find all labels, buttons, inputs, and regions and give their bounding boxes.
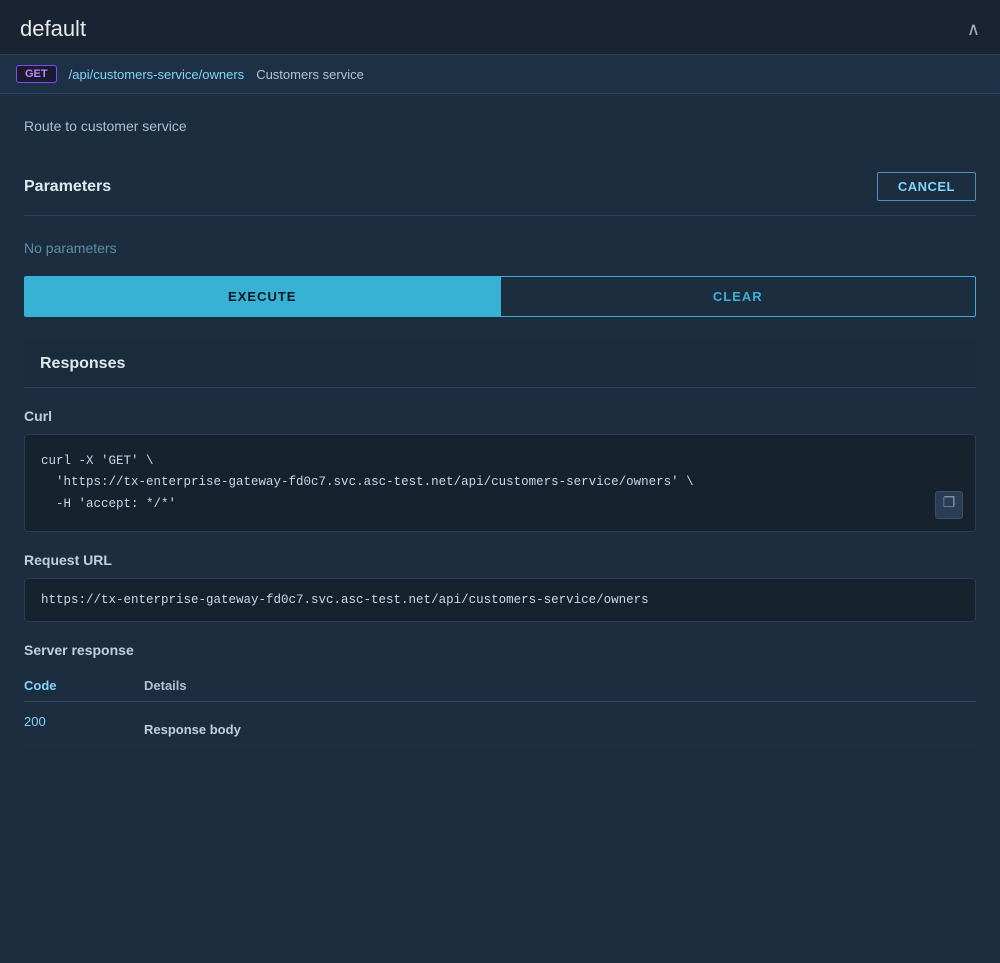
details-column-header: Details bbox=[144, 670, 976, 702]
responses-title: Responses bbox=[40, 355, 125, 372]
api-endpoint-bar: GET /api/customers-service/owners Custom… bbox=[0, 55, 1000, 94]
code-column-header: Code bbox=[24, 670, 144, 702]
response-code: 200 bbox=[24, 701, 144, 745]
endpoint-description: Customers service bbox=[256, 67, 364, 82]
copy-icon[interactable]: ❐ bbox=[935, 491, 963, 519]
response-body-label: Response body bbox=[144, 714, 964, 737]
server-response-section: Server response Code Details 200 Respons… bbox=[24, 642, 976, 746]
endpoint-path: /api/customers-service/owners bbox=[69, 67, 245, 82]
request-url-label: Request URL bbox=[24, 552, 976, 568]
table-row: 200 Response body bbox=[24, 701, 976, 745]
page-header: default ∧ bbox=[0, 0, 1000, 55]
response-details: Response body bbox=[144, 701, 976, 745]
cancel-button[interactable]: CANCEL bbox=[877, 172, 976, 201]
clear-button[interactable]: CLEAR bbox=[500, 277, 976, 316]
responses-header: Responses bbox=[24, 341, 976, 388]
parameters-title: Parameters bbox=[24, 178, 111, 196]
execute-button[interactable]: EXECUTE bbox=[25, 277, 500, 316]
response-table: Code Details 200 Response body bbox=[24, 670, 976, 746]
server-response-label: Server response bbox=[24, 642, 976, 658]
action-buttons: EXECUTE CLEAR bbox=[24, 276, 976, 317]
page-title: default bbox=[20, 16, 86, 42]
curl-code: curl -X 'GET' \ 'https://tx-enterprise-g… bbox=[41, 451, 959, 515]
curl-code-block: curl -X 'GET' \ 'https://tx-enterprise-g… bbox=[24, 434, 976, 532]
curl-label: Curl bbox=[24, 408, 976, 424]
request-url-section: Request URL https://tx-enterprise-gatewa… bbox=[24, 552, 976, 622]
request-url-value: https://tx-enterprise-gateway-fd0c7.svc.… bbox=[24, 578, 976, 622]
method-badge: GET bbox=[16, 65, 57, 83]
parameters-section-header: Parameters CANCEL bbox=[24, 158, 976, 216]
route-description: Route to customer service bbox=[24, 114, 976, 134]
curl-section: Curl curl -X 'GET' \ 'https://tx-enterpr… bbox=[24, 408, 976, 532]
responses-section: Responses Curl curl -X 'GET' \ 'https://… bbox=[24, 341, 976, 746]
main-content: Route to customer service Parameters CAN… bbox=[0, 94, 1000, 963]
no-parameters-text: No parameters bbox=[24, 232, 976, 276]
chevron-up-icon[interactable]: ∧ bbox=[967, 19, 980, 40]
